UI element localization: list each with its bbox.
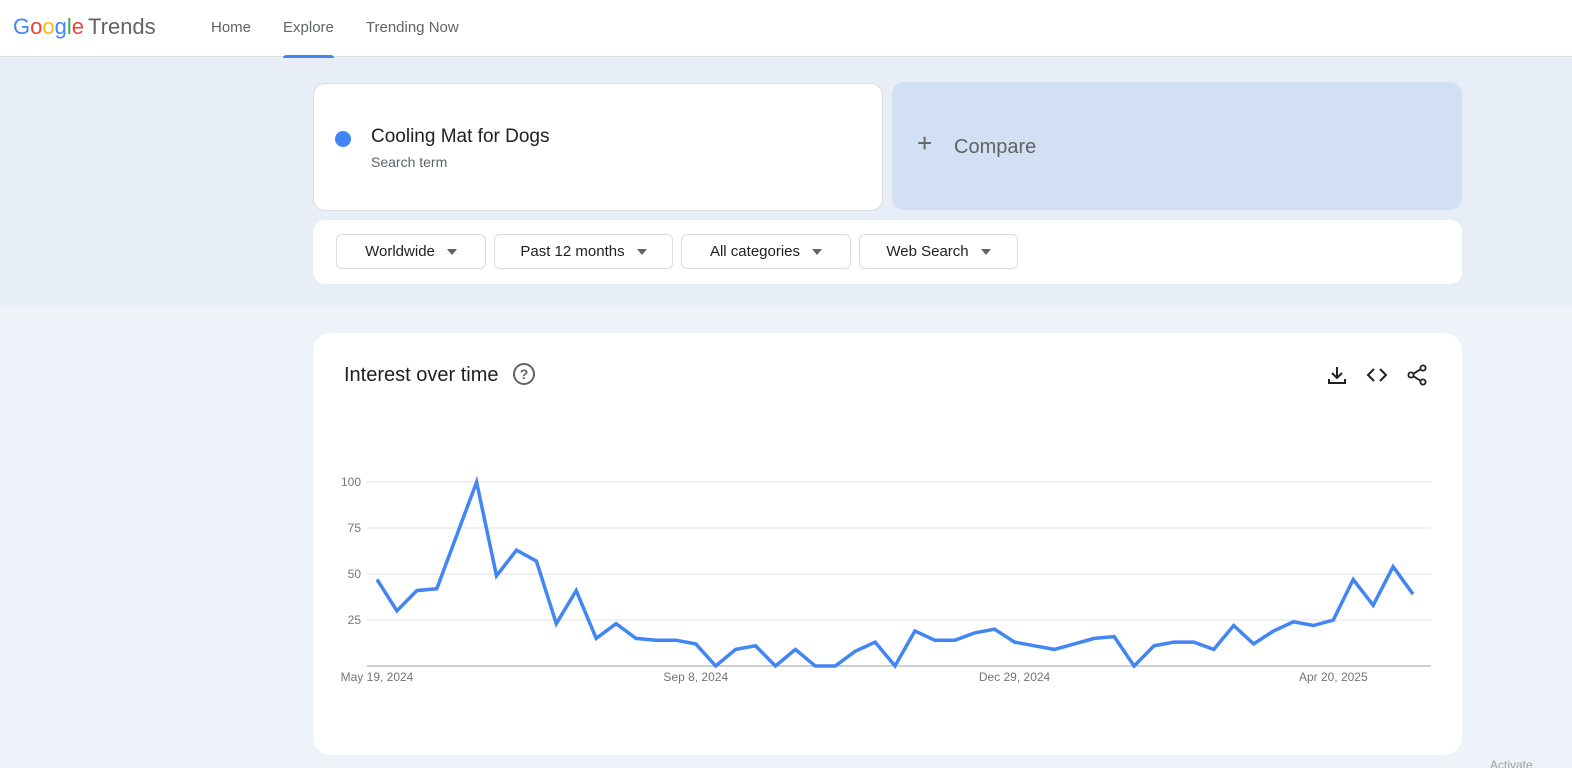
region-filter-label: Worldwide <box>365 243 435 260</box>
time-filter-dropdown[interactable]: Past 12 months <box>494 234 673 269</box>
filter-bar: Worldwide Past 12 months All categories … <box>313 220 1462 284</box>
y-tick-label: 100 <box>341 475 361 489</box>
compare-label: Compare <box>954 136 1037 158</box>
time-filter-label: Past 12 months <box>520 243 625 260</box>
activation-watermark: Activate <box>1490 758 1533 768</box>
main-nav: Home Explore Trending Now <box>195 0 475 58</box>
interest-line-chart[interactable]: 25 50 75 100 May 19, 2024 Sep 8, 2024 Dec 29, … <box>313 333 1462 755</box>
caret-down-icon <box>636 248 647 255</box>
x-tick-label: Sep 8, 2024 <box>663 670 728 684</box>
region-filter-dropdown[interactable]: Worldwide <box>336 234 486 269</box>
nav-trending-now[interactable]: Trending Now <box>350 0 475 57</box>
y-tick-label: 75 <box>348 521 362 535</box>
x-tick-label: Apr 20, 2025 <box>1299 670 1368 684</box>
search-term-type: Search term <box>371 154 448 170</box>
category-filter-label: All categories <box>709 243 801 260</box>
caret-down-icon <box>980 248 991 255</box>
term-color-dot <box>335 131 351 147</box>
y-tick-label: 50 <box>348 567 362 581</box>
caret-down-icon <box>446 248 457 255</box>
search-term-name[interactable]: Cooling Mat for Dogs <box>371 126 549 148</box>
x-tick-label: May 19, 2024 <box>341 670 414 684</box>
plus-icon: + <box>917 128 933 158</box>
property-filter-label: Web Search <box>886 243 969 260</box>
y-tick-label: 25 <box>348 613 362 627</box>
category-filter-dropdown[interactable]: All categories <box>681 234 851 269</box>
google-trends-logo[interactable]: Google Trends <box>13 12 156 42</box>
compare-button[interactable]: + Compare <box>892 82 1462 210</box>
logo-product-name: Trends <box>88 14 156 39</box>
nav-explore[interactable]: Explore <box>267 0 350 58</box>
top-app-bar: Google Trends Home Explore Trending Now <box>0 0 1572 58</box>
nav-home[interactable]: Home <box>195 0 267 57</box>
search-term-card[interactable]: Cooling Mat for Dogs Search term <box>313 83 883 211</box>
property-filter-dropdown[interactable]: Web Search <box>859 234 1018 269</box>
caret-down-icon <box>812 248 823 255</box>
interest-over-time-card: Interest over time ? 25 50 75 100 May 19, 20… <box>313 333 1462 755</box>
x-tick-label: Dec 29, 2024 <box>979 670 1051 684</box>
